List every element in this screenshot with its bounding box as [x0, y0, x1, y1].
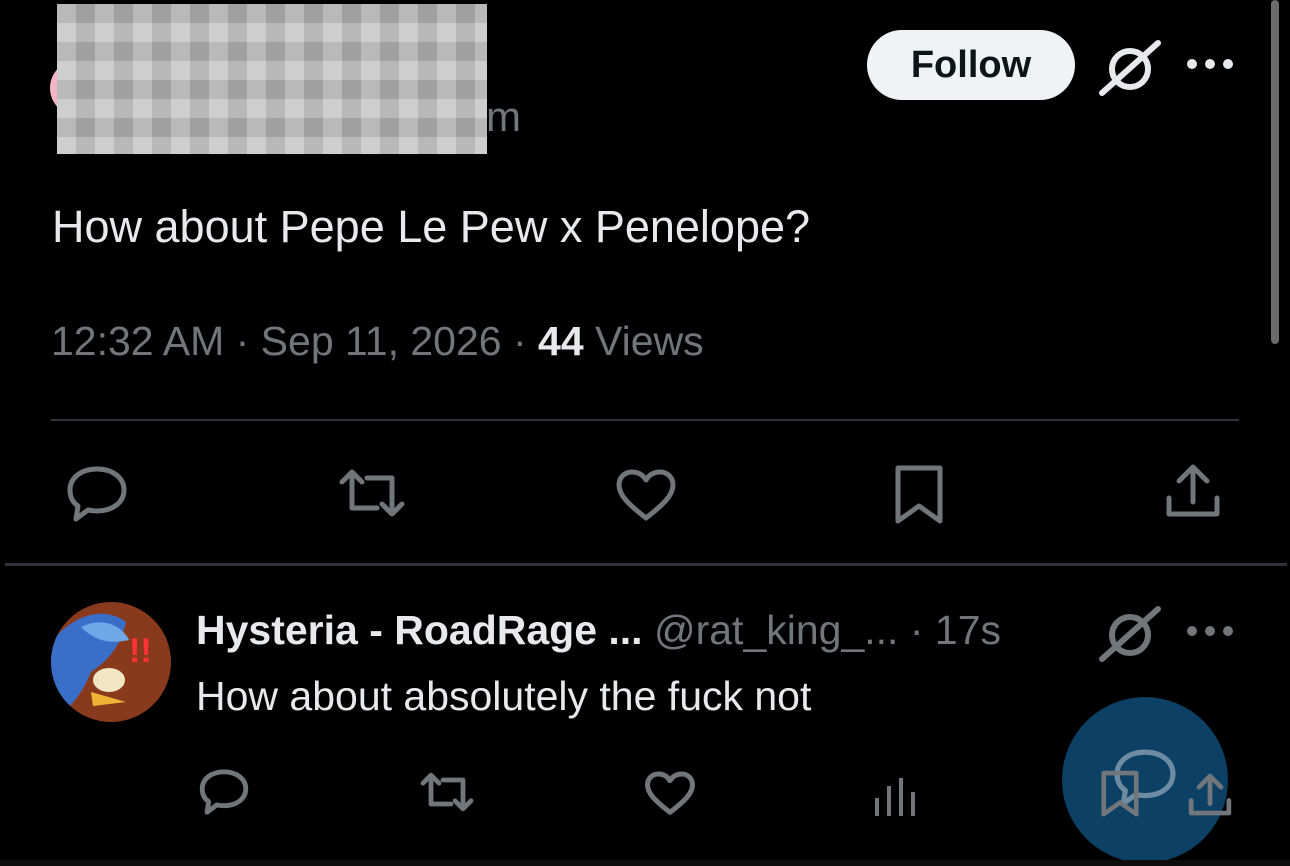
- divider: [5, 563, 1287, 566]
- share-icon[interactable]: [1165, 462, 1221, 520]
- reply-author-name[interactable]: Hysteria - RoadRage ...: [196, 607, 643, 653]
- meta-separator: ·: [224, 318, 261, 364]
- meta-separator: ·: [501, 318, 539, 364]
- more-dots-icon[interactable]: [1185, 54, 1235, 74]
- repost-icon[interactable]: [419, 772, 475, 812]
- tweet-text: How about Pepe Le Pew x Penelope?: [52, 201, 811, 252]
- bottom-edge: [0, 860, 1290, 866]
- bookmark-icon[interactable]: [1100, 770, 1140, 818]
- scrollbar[interactable]: [1271, 0, 1279, 344]
- reply-time[interactable]: 17s: [935, 607, 1001, 653]
- views-icon[interactable]: [873, 776, 917, 816]
- redacted-author-info: [57, 4, 487, 154]
- reply-header: Hysteria - RoadRage ... @rat_king_... · …: [196, 607, 1001, 654]
- views-count: 44: [538, 318, 584, 364]
- reply-icon[interactable]: [66, 465, 128, 523]
- grok-icon[interactable]: [1098, 38, 1162, 98]
- share-icon[interactable]: [1188, 772, 1232, 818]
- more-dots-icon[interactable]: [1185, 621, 1235, 641]
- bookmark-icon[interactable]: [894, 464, 944, 526]
- follow-button[interactable]: Follow: [867, 30, 1075, 100]
- views-label: Views: [583, 318, 704, 364]
- author-handle-fragment: m: [486, 93, 521, 140]
- reply-avatar[interactable]: !!: [51, 602, 171, 722]
- tweet-date[interactable]: Sep 11, 2026: [261, 318, 502, 364]
- reply-author-handle[interactable]: @rat_king_...: [654, 607, 898, 653]
- reply-text: How about absolutely the fuck not: [196, 673, 812, 719]
- meta-separator: ·: [898, 607, 935, 653]
- tweet-time[interactable]: 12:32 AM: [51, 318, 224, 364]
- like-icon[interactable]: [616, 469, 676, 522]
- repost-icon[interactable]: [337, 468, 407, 518]
- tweet-meta: 12:32 AM · Sep 11, 2026 · 44 Views: [51, 318, 704, 365]
- divider: [51, 419, 1239, 421]
- svg-text:!!: !!: [129, 632, 152, 670]
- grok-icon[interactable]: [1098, 604, 1162, 664]
- like-icon[interactable]: [645, 771, 695, 816]
- reply-icon[interactable]: [199, 768, 249, 816]
